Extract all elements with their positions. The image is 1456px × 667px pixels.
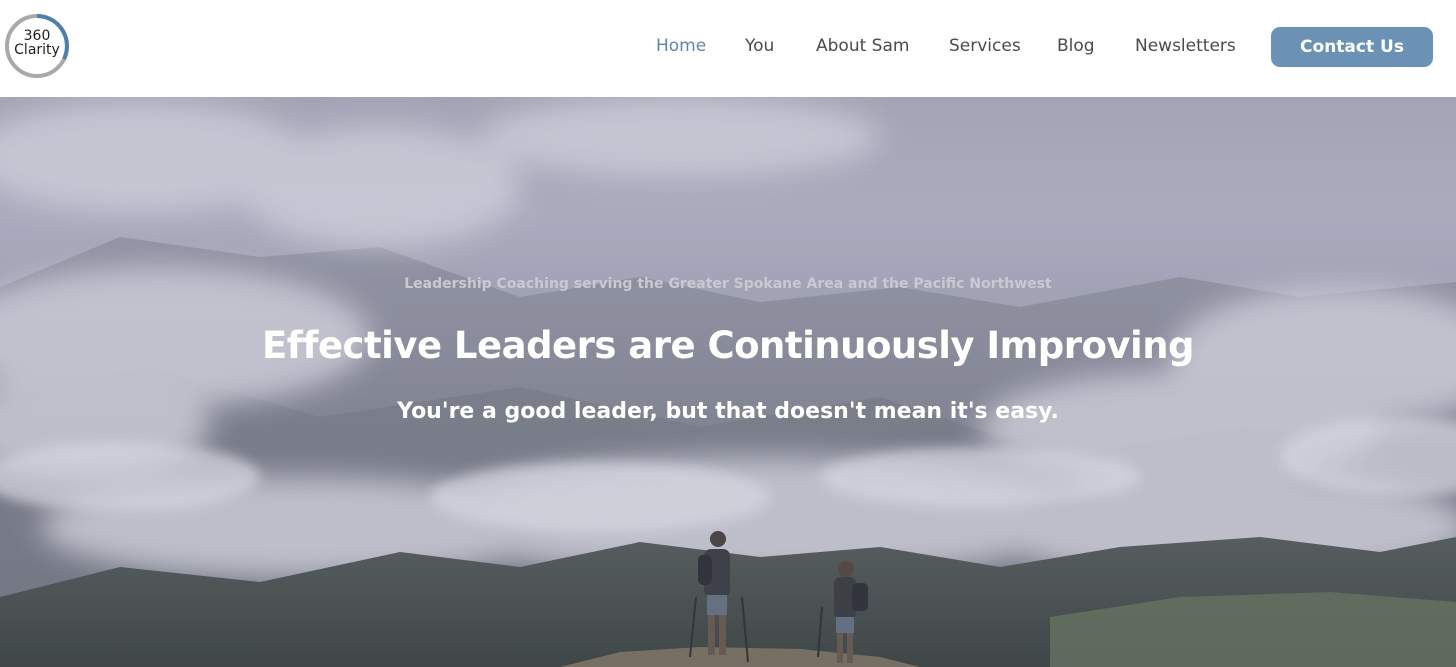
nav-home[interactable]: Home [656,36,706,58]
nav-you[interactable]: You [745,36,774,58]
logo-line-1: 360 [23,28,51,44]
hero-background-image [0,97,1456,667]
contact-us-button[interactable]: Contact Us [1271,27,1433,67]
hero-section: Leadership Coaching serving the Greater … [0,97,1456,667]
logo-text[interactable]: 360 Clarity [4,29,70,57]
hero-headline: Effective Leaders are Continuously Impro… [261,324,1195,367]
logo-line-2: Clarity [14,42,60,58]
hero-subline: You're a good leader, but that doesn't m… [397,399,1059,424]
nav-newsletters[interactable]: Newsletters [1135,36,1236,58]
hero-tagline: Leadership Coaching serving the Greater … [404,276,1052,292]
nav-services[interactable]: Services [949,36,1021,58]
site-header: 360 Clarity Home You About Sam Services … [0,0,1456,97]
nav-blog[interactable]: Blog [1057,36,1095,58]
nav-about-sam[interactable]: About Sam [816,36,909,58]
